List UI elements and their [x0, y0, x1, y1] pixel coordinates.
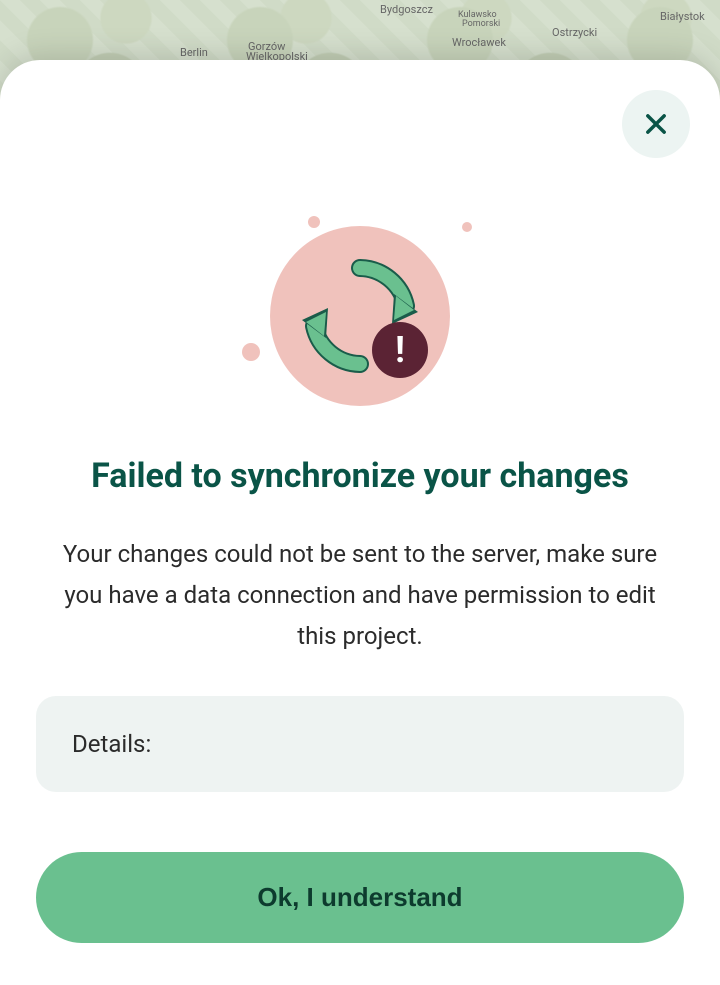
close-icon: [642, 110, 670, 138]
sync-error-illustration: !: [240, 216, 480, 416]
map-label: Ostrzycki: [552, 26, 597, 39]
decorative-dot: [242, 343, 260, 361]
map-label: Pomorski: [462, 19, 500, 29]
details-box: Details:: [36, 696, 684, 792]
decorative-dot: [308, 216, 320, 228]
details-label: Details:: [72, 730, 151, 758]
map-label: Białystok: [660, 10, 705, 23]
error-modal: ! Failed to synchronize your changes You…: [0, 60, 720, 985]
map-label: Bydgoszcz: [380, 3, 433, 16]
modal-title: Failed to synchronize your changes: [36, 456, 684, 496]
ok-button[interactable]: Ok, I understand: [36, 852, 684, 943]
close-button[interactable]: [622, 90, 690, 158]
map-label: Berlin: [180, 46, 208, 59]
map-label: Wrocławek: [452, 36, 506, 49]
alert-badge-icon: !: [372, 322, 428, 378]
modal-message: Your changes could not be sent to the se…: [46, 534, 674, 656]
decorative-dot: [462, 222, 472, 232]
